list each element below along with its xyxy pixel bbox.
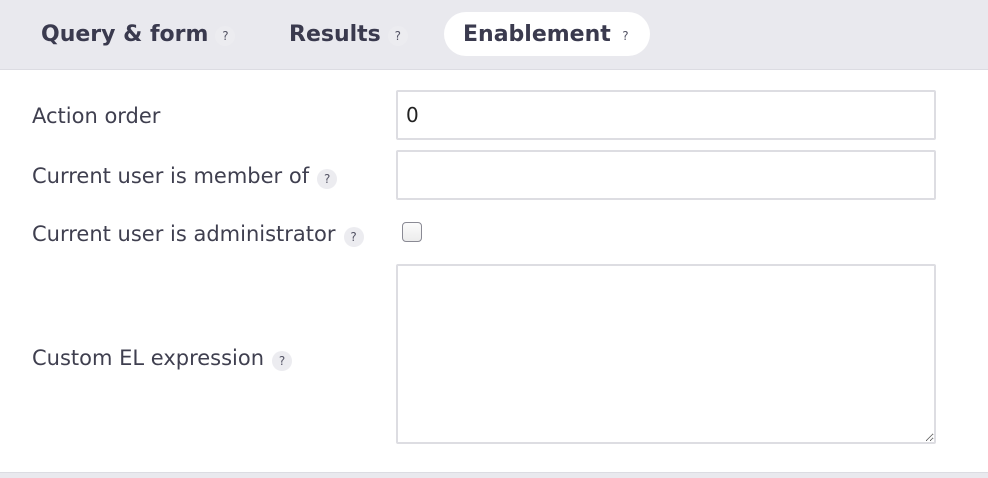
member-of-label: Current user is member of ? [32,160,338,192]
help-icon[interactable]: ? [272,351,293,371]
is-admin-label: Current user is administrator ? [32,218,364,250]
tab-label: Enablement [463,21,611,47]
help-icon[interactable]: ? [619,26,631,46]
help-icon[interactable]: ? [215,26,236,46]
bottom-divider [0,472,988,478]
label-text: Current user is member of [32,164,310,188]
label-text: Action order [32,104,161,128]
help-icon[interactable]: ? [317,169,338,189]
tab-query-form[interactable]: Query & form ? [41,12,236,56]
help-icon[interactable]: ? [343,227,364,247]
tab-results[interactable]: Results ? [289,12,408,56]
help-icon[interactable]: ? [387,26,408,46]
tab-bar: Query & form ? Results ? Enablement ? [0,0,988,70]
action-order-label: Action order [32,100,160,132]
el-expression-label: Custom EL expression ? [32,342,293,374]
label-text: Custom EL expression [32,346,265,370]
action-order-input[interactable] [396,90,936,140]
el-expression-textarea[interactable] [396,264,936,444]
member-of-input[interactable] [396,150,936,200]
is-admin-checkbox[interactable] [402,222,422,242]
label-text: Current user is administrator [32,222,336,246]
tab-enablement[interactable]: Enablement ? [444,12,650,56]
tab-label: Query & form [41,21,209,47]
tab-label: Results [289,21,381,47]
